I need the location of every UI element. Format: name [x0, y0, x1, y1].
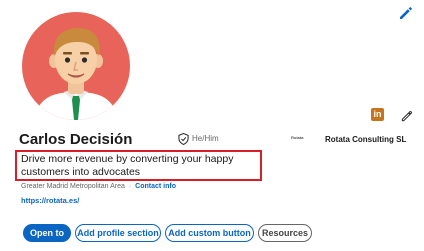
resources-button[interactable]: Resources: [258, 224, 312, 242]
contact-info-link[interactable]: Contact info: [135, 183, 176, 190]
location-row: Greater Madrid Metropolitan Area · Conta…: [21, 183, 176, 190]
add-custom-button[interactable]: Add custom button: [165, 224, 254, 242]
profile-headline: Drive more revenue by converting your ha…: [21, 153, 234, 178]
profile-name: Carlos Decisión: [19, 131, 133, 148]
location-separator: ·: [128, 183, 132, 190]
add-profile-section-button[interactable]: Add profile section: [75, 224, 161, 242]
edit-intro-pencil-icon[interactable]: [400, 109, 414, 123]
open-to-button[interactable]: Open to: [23, 224, 71, 242]
company-name[interactable]: Rotata Consulting SL: [325, 135, 406, 144]
edit-cover-pencil-icon[interactable]: [397, 4, 415, 22]
location-text: Greater Madrid Metropolitan Area: [21, 183, 125, 190]
shield-check-icon[interactable]: [178, 133, 189, 145]
avatar[interactable]: [22, 12, 130, 120]
linkedin-icon[interactable]: in: [371, 108, 384, 121]
pronouns: He/Him: [192, 134, 219, 143]
company-logo[interactable]: Rotata: [291, 135, 303, 140]
website-link[interactable]: https://rotata.es/: [21, 196, 79, 205]
